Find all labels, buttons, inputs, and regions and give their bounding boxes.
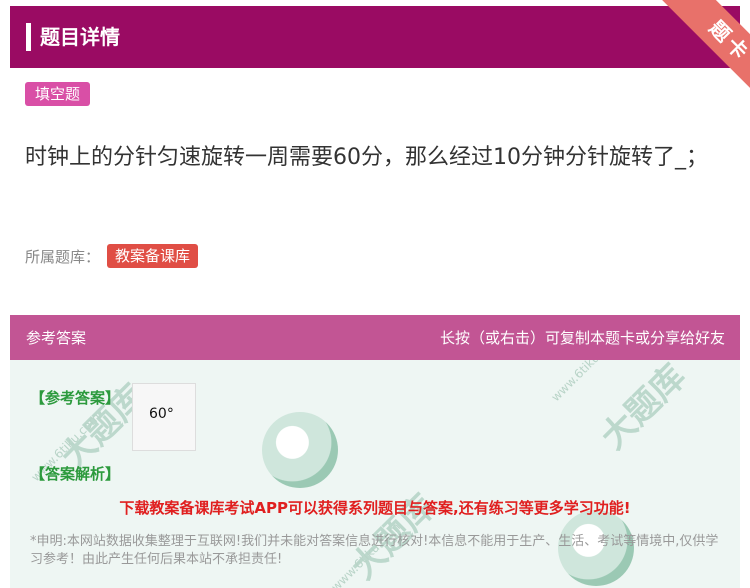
library-label: 所属题库：: [25, 248, 101, 266]
page-header: 题目详情: [10, 6, 740, 68]
answer-image: 60°: [132, 383, 196, 451]
ribbon-label: 题卡: [659, 0, 750, 90]
header-accent-bar: [26, 23, 31, 51]
watermark-text: 大题库: [593, 360, 694, 458]
disclaimer-text: *申明:本网站数据收集整理于互联网!我们并未能对答案信息进行核对!本信息不能用于…: [30, 534, 719, 567]
download-app-promo[interactable]: 下载教案备课库考试APP可以获得系列题目与答案,还有练习等更多学习功能!: [0, 497, 750, 518]
question-type-tag: 填空题: [25, 82, 91, 106]
analysis-label: 【答案解析】: [30, 465, 121, 483]
question-text: 时钟上的分针匀速旋转一周需要60分，那么经过10分钟分针旋转了_；: [25, 145, 708, 170]
watermark-logo-icon: [262, 412, 338, 488]
answer-value: 60°: [149, 406, 174, 422]
answer-label: 【参考答案】: [30, 389, 121, 407]
answer-section-title: 参考答案: [26, 329, 87, 347]
answer-header: 参考答案 长按（或右击）可复制本题卡或分享给好友: [10, 315, 740, 360]
corner-ribbon: 题卡: [640, 0, 750, 90]
page-title: 题目详情: [40, 25, 120, 49]
library-tag[interactable]: 教案备课库: [107, 244, 199, 268]
copy-share-hint: 长按（或右击）可复制本题卡或分享给好友: [439, 329, 725, 347]
